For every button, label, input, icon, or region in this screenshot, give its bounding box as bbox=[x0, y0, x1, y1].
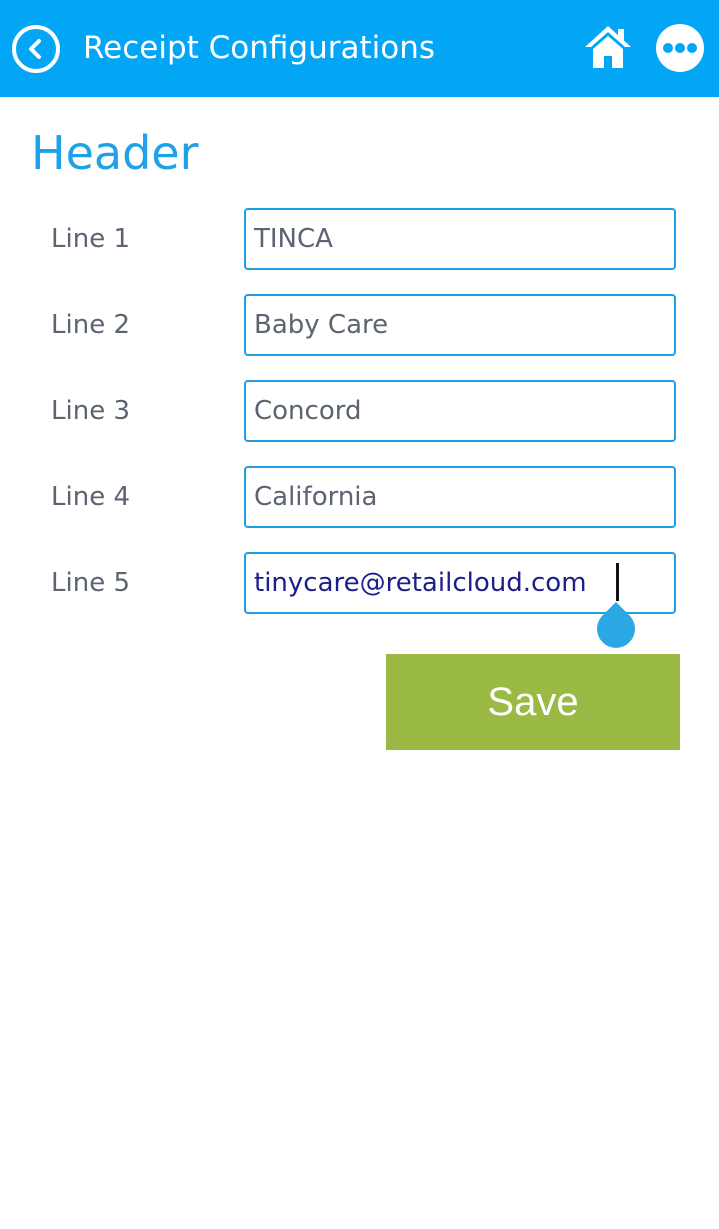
app-bar: Receipt Configurations bbox=[0, 0, 719, 97]
back-button[interactable] bbox=[12, 25, 60, 73]
save-button[interactable]: Save bbox=[386, 654, 680, 750]
section-title: Header bbox=[31, 126, 199, 180]
home-button[interactable] bbox=[583, 24, 633, 70]
line-5-label: Line 5 bbox=[51, 568, 130, 598]
line-3-input[interactable] bbox=[244, 380, 676, 442]
chevron-left-icon bbox=[29, 39, 41, 59]
page-title: Receipt Configurations bbox=[83, 30, 436, 66]
text-cursor bbox=[616, 563, 619, 601]
line-4-label: Line 4 bbox=[51, 482, 130, 512]
more-dots-icon bbox=[663, 43, 697, 53]
line-2-input[interactable] bbox=[244, 294, 676, 356]
text-selection-handle-icon[interactable] bbox=[596, 602, 636, 650]
line-4-input[interactable] bbox=[244, 466, 676, 528]
line-3-label: Line 3 bbox=[51, 396, 130, 426]
line-1-input[interactable] bbox=[244, 208, 676, 270]
line-2-label: Line 2 bbox=[51, 310, 130, 340]
line-1-label: Line 1 bbox=[51, 224, 130, 254]
home-icon bbox=[585, 26, 631, 68]
more-options-button[interactable] bbox=[656, 24, 704, 72]
